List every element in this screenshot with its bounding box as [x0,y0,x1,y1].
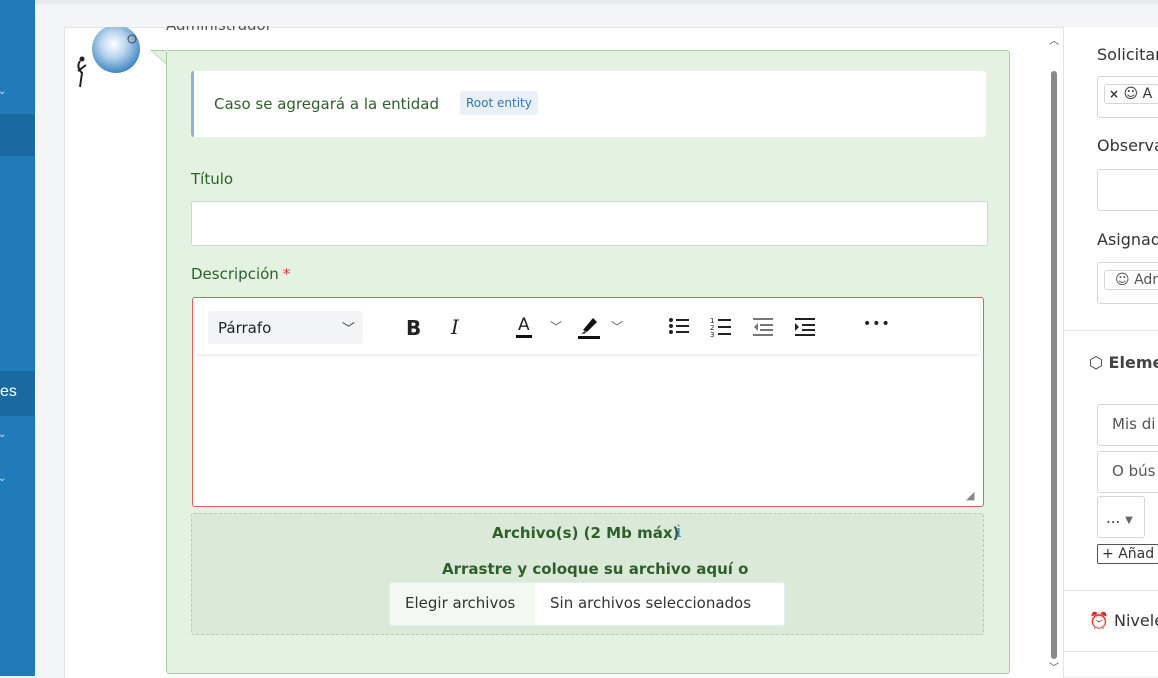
asignado-tag[interactable]: ☺ Adr [1104,270,1158,290]
niveles-header[interactable]: ⏰ Nivele [1089,611,1158,630]
comment-author: Administrador [166,16,272,34]
caret-down-icon: ▼ [1125,515,1133,526]
top-strip [35,0,1158,4]
sidebar-active-item[interactable] [0,114,35,156]
user-icon: ☺ [1123,86,1139,102]
elementos-header[interactable]: ⬡ Eleme [1089,353,1158,372]
dots-select-value: ... ▼ [1106,509,1133,527]
plus-icon: + [1102,546,1114,562]
upload-title: Archivo(s) (2 Mb máx) [492,524,680,542]
scrollbar-thumb[interactable] [1051,71,1057,659]
more-options-button[interactable]: ••• [863,316,891,332]
remove-icon[interactable]: × [1109,87,1119,101]
sidebar-item-label[interactable]: es [0,383,17,401]
upload-drop-text: Arrastre y coloque su archivo aquí o [442,560,749,578]
choose-files-label[interactable]: Elegir archivos [405,594,515,612]
required-mark: * [282,265,291,283]
right-panel [1063,27,1158,676]
svg-text:3: 3 [710,331,714,338]
observa-label: Observa [1097,136,1158,155]
italic-button[interactable]: I [451,315,459,339]
entity-badge: Root entity [460,91,538,115]
chevron-down-icon[interactable]: ⌄ [0,86,6,97]
sidebar: ⌄ ⌄ ⌄ es [0,0,35,676]
bulleted-list-icon[interactable] [668,316,690,341]
descripcion-label: Descripción * [191,265,291,283]
paragraph-select-value: Párrafo [218,319,272,337]
user-icon: ☺ [1115,272,1130,288]
chevron-down-icon[interactable]: ⌄ [0,429,6,440]
scroll-down-icon[interactable]: ﹀ [1049,659,1059,674]
observa-field[interactable] [1097,169,1158,211]
bold-button[interactable]: B [406,316,421,340]
alarm-clock-icon: ⏰ [1089,611,1109,630]
highlight-icon[interactable] [577,314,601,345]
titulo-label: Título [191,170,234,188]
info-alert-text: Caso se agregará a la entidad [214,95,439,113]
mis-text: Mis di [1112,415,1156,433]
titulo-input[interactable] [191,201,988,246]
outdent-icon[interactable] [752,317,774,342]
busqueda-text: O bús [1112,462,1156,480]
asignado-label: Asignad [1097,230,1158,249]
chevron-down-icon[interactable]: ⌄ [0,473,6,484]
chevron-down-icon: ﹀ [342,322,356,337]
file-status-text: Sin archivos seleccionados [550,594,752,612]
indent-icon[interactable] [794,317,816,342]
scroll-up-icon[interactable]: ︿ [1049,32,1059,47]
solicitante-tag[interactable]: × ☺ A [1104,84,1158,104]
add-button[interactable]: + Añad [1097,544,1158,564]
avatar [72,25,144,91]
chevron-down-icon[interactable]: ﹀ [550,318,562,335]
font-color-button[interactable]: A [516,315,532,338]
cube-icon: ⬡ [1089,353,1103,372]
chevron-down-icon[interactable]: ﹀ [611,318,623,335]
solicitante-label: Solicitan [1097,45,1158,64]
numbered-list-icon[interactable]: 123 [710,316,732,343]
info-icon[interactable]: i [676,522,681,542]
resize-handle-icon[interactable]: ◢ [966,489,974,502]
